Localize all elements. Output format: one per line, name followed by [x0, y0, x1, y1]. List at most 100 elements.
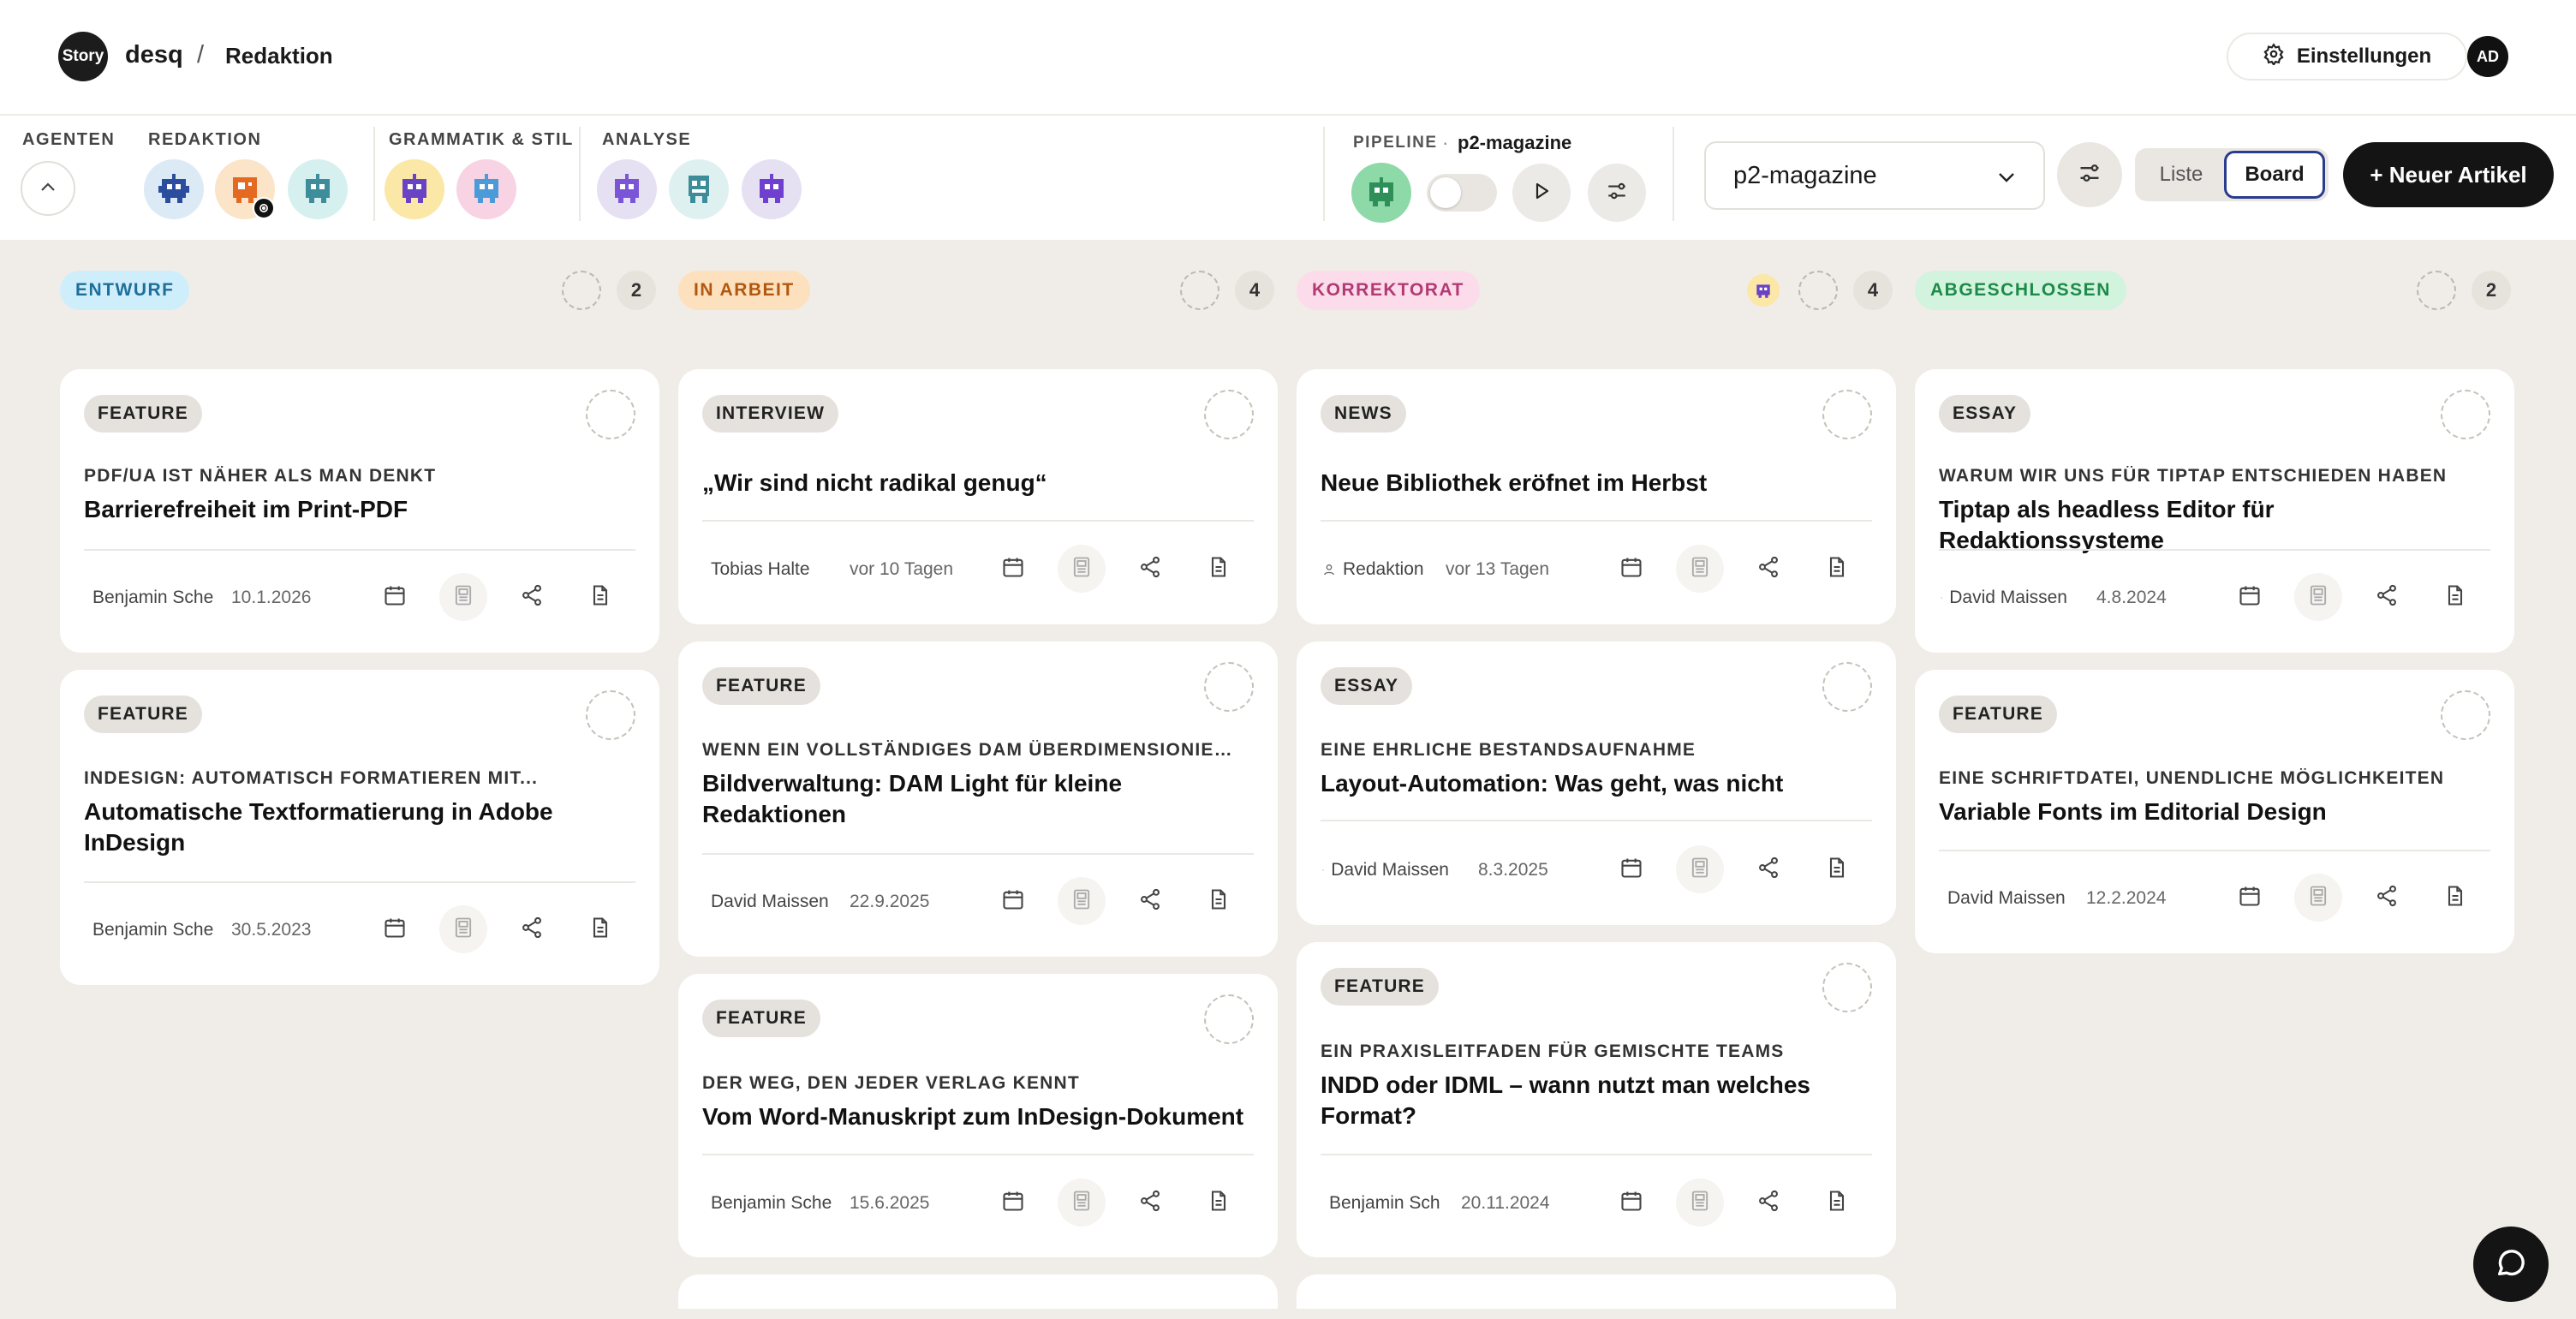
assignee-placeholder[interactable] [562, 271, 601, 310]
print-layout-button[interactable] [1676, 845, 1724, 893]
share-button[interactable] [1126, 545, 1174, 593]
article-card[interactable]: ESSAY EINE EHRLICHE BESTANDSAUFNAHME Lay… [1297, 642, 1896, 925]
assignee-placeholder[interactable] [2441, 690, 2490, 740]
card-divider [1321, 520, 1872, 522]
agent-bot-redaktion-1[interactable] [144, 159, 204, 219]
share-button[interactable] [1744, 545, 1792, 593]
assignee-placeholder[interactable] [1822, 390, 1872, 439]
article-card[interactable]: INTERVIEW „Wir sind nicht radikal genug“… [678, 369, 1278, 624]
assignee-placeholder[interactable] [2417, 271, 2456, 310]
assignee-placeholder[interactable] [586, 690, 635, 740]
article-card-partial[interactable] [678, 1274, 1278, 1309]
view-list-button[interactable]: Liste [2135, 148, 2227, 201]
schedule-button[interactable] [1607, 545, 1655, 593]
document-icon [588, 916, 612, 944]
article-card[interactable]: ESSAY WARUM WIR UNS FÜR TIPTAP ENTSCHIED… [1915, 369, 2514, 653]
print-layout-button[interactable] [2294, 573, 2342, 621]
schedule-button[interactable] [1607, 1179, 1655, 1226]
share-button[interactable] [508, 573, 556, 621]
user-avatar[interactable]: AD [2467, 36, 2508, 77]
assignee-placeholder[interactable] [586, 390, 635, 439]
app-logo[interactable]: Story [58, 32, 108, 81]
schedule-button[interactable] [989, 877, 1037, 925]
assignee-placeholder[interactable] [1180, 271, 1219, 310]
assignee-placeholder[interactable] [1822, 963, 1872, 1012]
open-document-button[interactable] [1813, 1179, 1861, 1226]
schedule-button[interactable] [371, 573, 419, 621]
agent-bot-grammatik-1[interactable] [385, 159, 444, 219]
open-document-button[interactable] [1813, 545, 1861, 593]
print-layout-button[interactable] [439, 573, 487, 621]
share-button[interactable] [1126, 877, 1174, 925]
share-button[interactable] [1744, 1179, 1792, 1226]
article-card[interactable]: FEATURE WENN EIN VOLLSTÄNDIGES DAM ÜBERD… [678, 642, 1278, 957]
assignee-placeholder[interactable] [1798, 271, 1838, 310]
top-header: Story desq / Redaktion Einstellungen AD [0, 0, 2576, 114]
print-layout-button[interactable] [1058, 877, 1106, 925]
print-layout-button[interactable] [1058, 545, 1106, 593]
open-document-button[interactable] [1195, 877, 1243, 925]
newspaper-icon [1688, 856, 1712, 884]
assignee-placeholder[interactable] [1204, 662, 1254, 712]
article-card[interactable]: FEATURE PDF/UA IST NÄHER ALS MAN DENKT B… [60, 369, 659, 653]
assignee-placeholder[interactable] [1204, 994, 1254, 1044]
open-document-button[interactable] [1195, 545, 1243, 593]
agent-bot-analyse-2[interactable] [669, 159, 729, 219]
document-icon [1207, 1189, 1231, 1217]
share-button[interactable] [508, 905, 556, 953]
share-button[interactable] [1126, 1179, 1174, 1226]
schedule-button[interactable] [989, 1179, 1037, 1226]
filter-button[interactable] [2057, 142, 2122, 207]
collapse-agents-button[interactable] [21, 161, 75, 216]
chat-button[interactable] [2473, 1226, 2549, 1302]
pipeline-run-button[interactable] [1512, 164, 1571, 222]
card-divider [1321, 820, 1872, 821]
article-card[interactable]: NEWS Neue Bibliothek eröfnet im Herbst R… [1297, 369, 1896, 624]
open-document-button[interactable] [1813, 845, 1861, 893]
agent-bot-analyse-1[interactable] [597, 159, 657, 219]
open-document-button[interactable] [576, 905, 624, 953]
share-button[interactable] [2363, 573, 2411, 621]
share-icon [1756, 856, 1780, 884]
assignee-placeholder[interactable] [1204, 390, 1254, 439]
new-article-button[interactable]: + Neuer Artikel [2343, 142, 2554, 207]
column-agent-bot[interactable] [1747, 274, 1780, 307]
print-layout-button[interactable] [439, 905, 487, 953]
open-document-button[interactable] [2431, 573, 2479, 621]
print-layout-button[interactable] [1058, 1179, 1106, 1226]
article-card-partial[interactable] [1297, 1274, 1896, 1309]
article-kicker: INDESIGN: AUTOMATISCH FORMATIEREN MIT... [84, 768, 539, 788]
pipeline-settings-button[interactable] [1588, 164, 1646, 222]
schedule-button[interactable] [371, 905, 419, 953]
view-board-button[interactable]: Board [2224, 151, 2325, 199]
group-label-agenten: AGENTEN [22, 130, 116, 149]
share-button[interactable] [1744, 845, 1792, 893]
print-layout-button[interactable] [2294, 874, 2342, 922]
article-card[interactable]: FEATURE EIN PRAXISLEITFADEN FÜR GEMISCHT… [1297, 942, 1896, 1257]
pipeline-agent-bot[interactable] [1351, 163, 1411, 223]
assignee-placeholder[interactable] [2441, 390, 2490, 439]
agent-bot-analyse-3[interactable] [742, 159, 802, 219]
article-card[interactable]: FEATURE DER WEG, DEN JEDER VERLAG KENNT … [678, 974, 1278, 1257]
print-layout-button[interactable] [1676, 1179, 1724, 1226]
group-label-analyse: ANALYSE [602, 130, 692, 149]
assignee-placeholder[interactable] [1822, 662, 1872, 712]
schedule-button[interactable] [989, 545, 1037, 593]
schedule-button[interactable] [2226, 874, 2274, 922]
share-button[interactable] [2363, 874, 2411, 922]
publication-select[interactable]: p2-magazine [1704, 141, 2045, 210]
brand-name[interactable]: desq [125, 41, 183, 69]
agent-bot-redaktion-3[interactable] [288, 159, 348, 219]
print-layout-button[interactable] [1676, 545, 1724, 593]
schedule-button[interactable] [2226, 573, 2274, 621]
schedule-button[interactable] [1607, 845, 1655, 893]
article-card[interactable]: FEATURE EINE SCHRIFTDATEI, UNENDLICHE MÖ… [1915, 670, 2514, 953]
pipeline-toggle[interactable] [1427, 174, 1497, 212]
settings-button[interactable]: Einstellungen [2227, 33, 2467, 81]
open-document-button[interactable] [576, 573, 624, 621]
open-document-button[interactable] [1195, 1179, 1243, 1226]
agent-bot-redaktion-2[interactable] [215, 159, 275, 219]
agent-bot-grammatik-2[interactable] [456, 159, 516, 219]
open-document-button[interactable] [2431, 874, 2479, 922]
article-card[interactable]: FEATURE INDESIGN: AUTOMATISCH FORMATIERE… [60, 670, 659, 985]
